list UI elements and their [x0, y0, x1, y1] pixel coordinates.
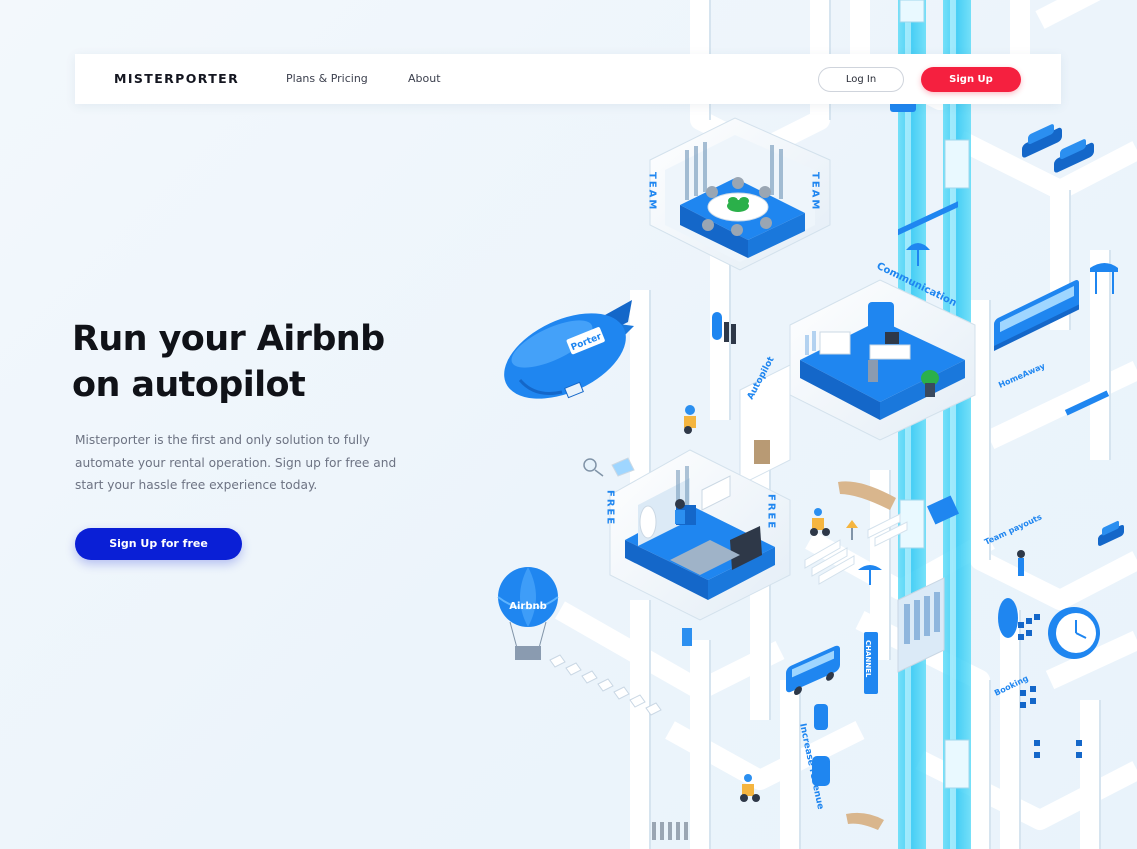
channel-label: CHANNEL — [864, 640, 872, 678]
top-navbar: MISTERPORTER Plans & Pricing About Log I… — [75, 54, 1061, 104]
isometric-city-illustration: TEAM TEAM Communication HomeAway Porter … — [497, 0, 1137, 849]
team-right-label: TEAM — [810, 172, 821, 211]
team-left-label: TEAM — [647, 172, 658, 211]
hero-title-line-1: Run your Airbnb — [72, 319, 385, 359]
balloon-label: Airbnb — [509, 601, 547, 612]
magnifier-icon-decor — [583, 458, 604, 477]
nav-plans-pricing-link[interactable]: Plans & Pricing — [286, 72, 368, 85]
homeaway-label: HomeAway — [997, 361, 1047, 390]
porter-blimp: Porter — [504, 300, 634, 399]
team-payouts-label: Team payouts — [983, 512, 1043, 547]
team-room: TEAM TEAM — [647, 117, 831, 271]
free-right-label: FREE — [766, 494, 777, 530]
hero-title-line-2: on autopilot — [72, 365, 306, 405]
free-left-label: FREE — [605, 490, 616, 526]
login-button[interactable]: Log In — [818, 67, 904, 92]
signup-for-free-button[interactable]: Sign Up for free — [75, 528, 242, 560]
signup-button[interactable]: Sign Up — [921, 67, 1021, 92]
nav-about-link[interactable]: About — [408, 72, 441, 85]
airbnb-balloon: Airbnb — [497, 567, 559, 660]
hero-description: Misterporter is the first and only solut… — [75, 433, 397, 492]
blue-van — [786, 645, 840, 696]
hero-title: Run your Airbnb on autopilot — [72, 316, 385, 408]
brand-logo[interactable]: MISTERPORTER — [114, 71, 239, 86]
